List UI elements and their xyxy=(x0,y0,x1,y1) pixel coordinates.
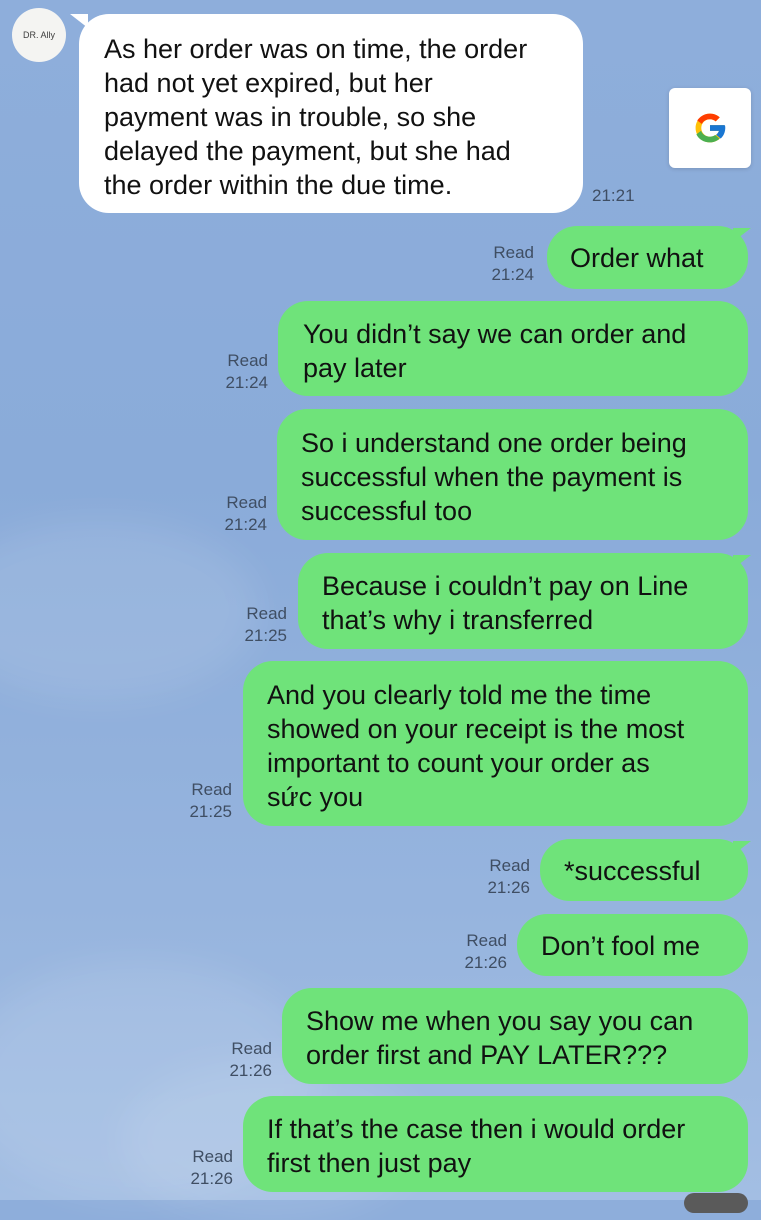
outgoing-bubble-tail xyxy=(733,841,751,855)
google-translate-button[interactable] xyxy=(669,88,751,168)
message-line: successful too xyxy=(301,496,473,526)
outgoing-message-bubble[interactable]: And you clearly told me the time showed … xyxy=(243,661,748,826)
message-line: important to count your order as xyxy=(267,748,650,778)
incoming-message-bubble[interactable]: As her order was on time, the order had … xyxy=(79,14,583,213)
outgoing-bubble-tail xyxy=(733,555,751,569)
outgoing-message-bubble[interactable]: If that’s the case then i would order fi… xyxy=(243,1096,748,1192)
message-timestamp: 21:21 xyxy=(592,186,635,205)
read-receipt: Read 21:25 xyxy=(189,780,232,821)
scroll-indicator[interactable] xyxy=(684,1193,748,1213)
message-line: delayed the payment, but she had xyxy=(104,136,511,166)
google-g-icon xyxy=(695,113,726,143)
outgoing-message-bubble[interactable]: So i understand one order being successf… xyxy=(277,409,748,540)
message-line: Don’t fool me xyxy=(541,931,701,961)
read-receipt: Read 21:24 xyxy=(224,493,267,534)
read-receipt: Read 21:24 xyxy=(491,243,534,284)
read-receipt: Read 21:24 xyxy=(225,351,268,392)
message-line: successful when the payment is xyxy=(301,462,683,492)
message-line: sức you xyxy=(267,782,364,812)
outgoing-message-bubble[interactable]: Because i couldn’t pay on Line that’s wh… xyxy=(298,553,748,649)
message-line: You didn’t say we can order and xyxy=(303,319,687,349)
message-line: If that’s the case then i would order xyxy=(267,1114,686,1144)
outgoing-message-bubble[interactable]: Order what xyxy=(547,226,748,289)
message-line: Because i couldn’t pay on Line xyxy=(322,571,689,601)
read-receipt: Read 21:26 xyxy=(487,856,530,897)
message-line: showed on your receipt is the most xyxy=(267,714,685,744)
outgoing-message-bubble[interactable]: Don’t fool me xyxy=(517,914,748,976)
message-line: As her order was on time, the order xyxy=(104,34,528,64)
read-receipt: Read 21:26 xyxy=(464,931,507,972)
chat-thread[interactable]: DR. Ally As her order was on time, the o… xyxy=(0,0,761,1213)
outgoing-message-bubble[interactable]: Show me when you say you can order first… xyxy=(282,988,748,1084)
outgoing-message-bubble[interactable]: *successful xyxy=(540,839,748,901)
message-line: *successful xyxy=(564,856,701,886)
message-line: Order what xyxy=(570,243,704,273)
message-line: Show me when you say you can xyxy=(306,1006,694,1036)
outgoing-bubble-tail xyxy=(733,228,751,242)
message-line: order first and PAY LATER??? xyxy=(306,1040,668,1070)
message-line: that’s why i transferred xyxy=(322,605,594,635)
message-line: pay later xyxy=(303,353,407,383)
message-line: first then just pay xyxy=(267,1148,472,1178)
message-line: the order within the due time. xyxy=(104,170,453,200)
message-line: And you clearly told me the time xyxy=(267,680,652,710)
read-receipt: Read 21:25 xyxy=(244,604,287,645)
read-receipt: Read 21:26 xyxy=(229,1039,272,1080)
message-line: So i understand one order being xyxy=(301,428,687,458)
message-line: payment was in trouble, so she xyxy=(104,102,477,132)
read-receipt: Read 21:26 xyxy=(190,1147,233,1188)
message-line: had not yet expired, but her xyxy=(104,68,433,98)
outgoing-message-bubble[interactable]: You didn’t say we can order and pay late… xyxy=(278,301,748,396)
avatar-label: DR. Ally xyxy=(22,30,55,40)
contact-avatar[interactable]: DR. Ally xyxy=(12,8,66,62)
